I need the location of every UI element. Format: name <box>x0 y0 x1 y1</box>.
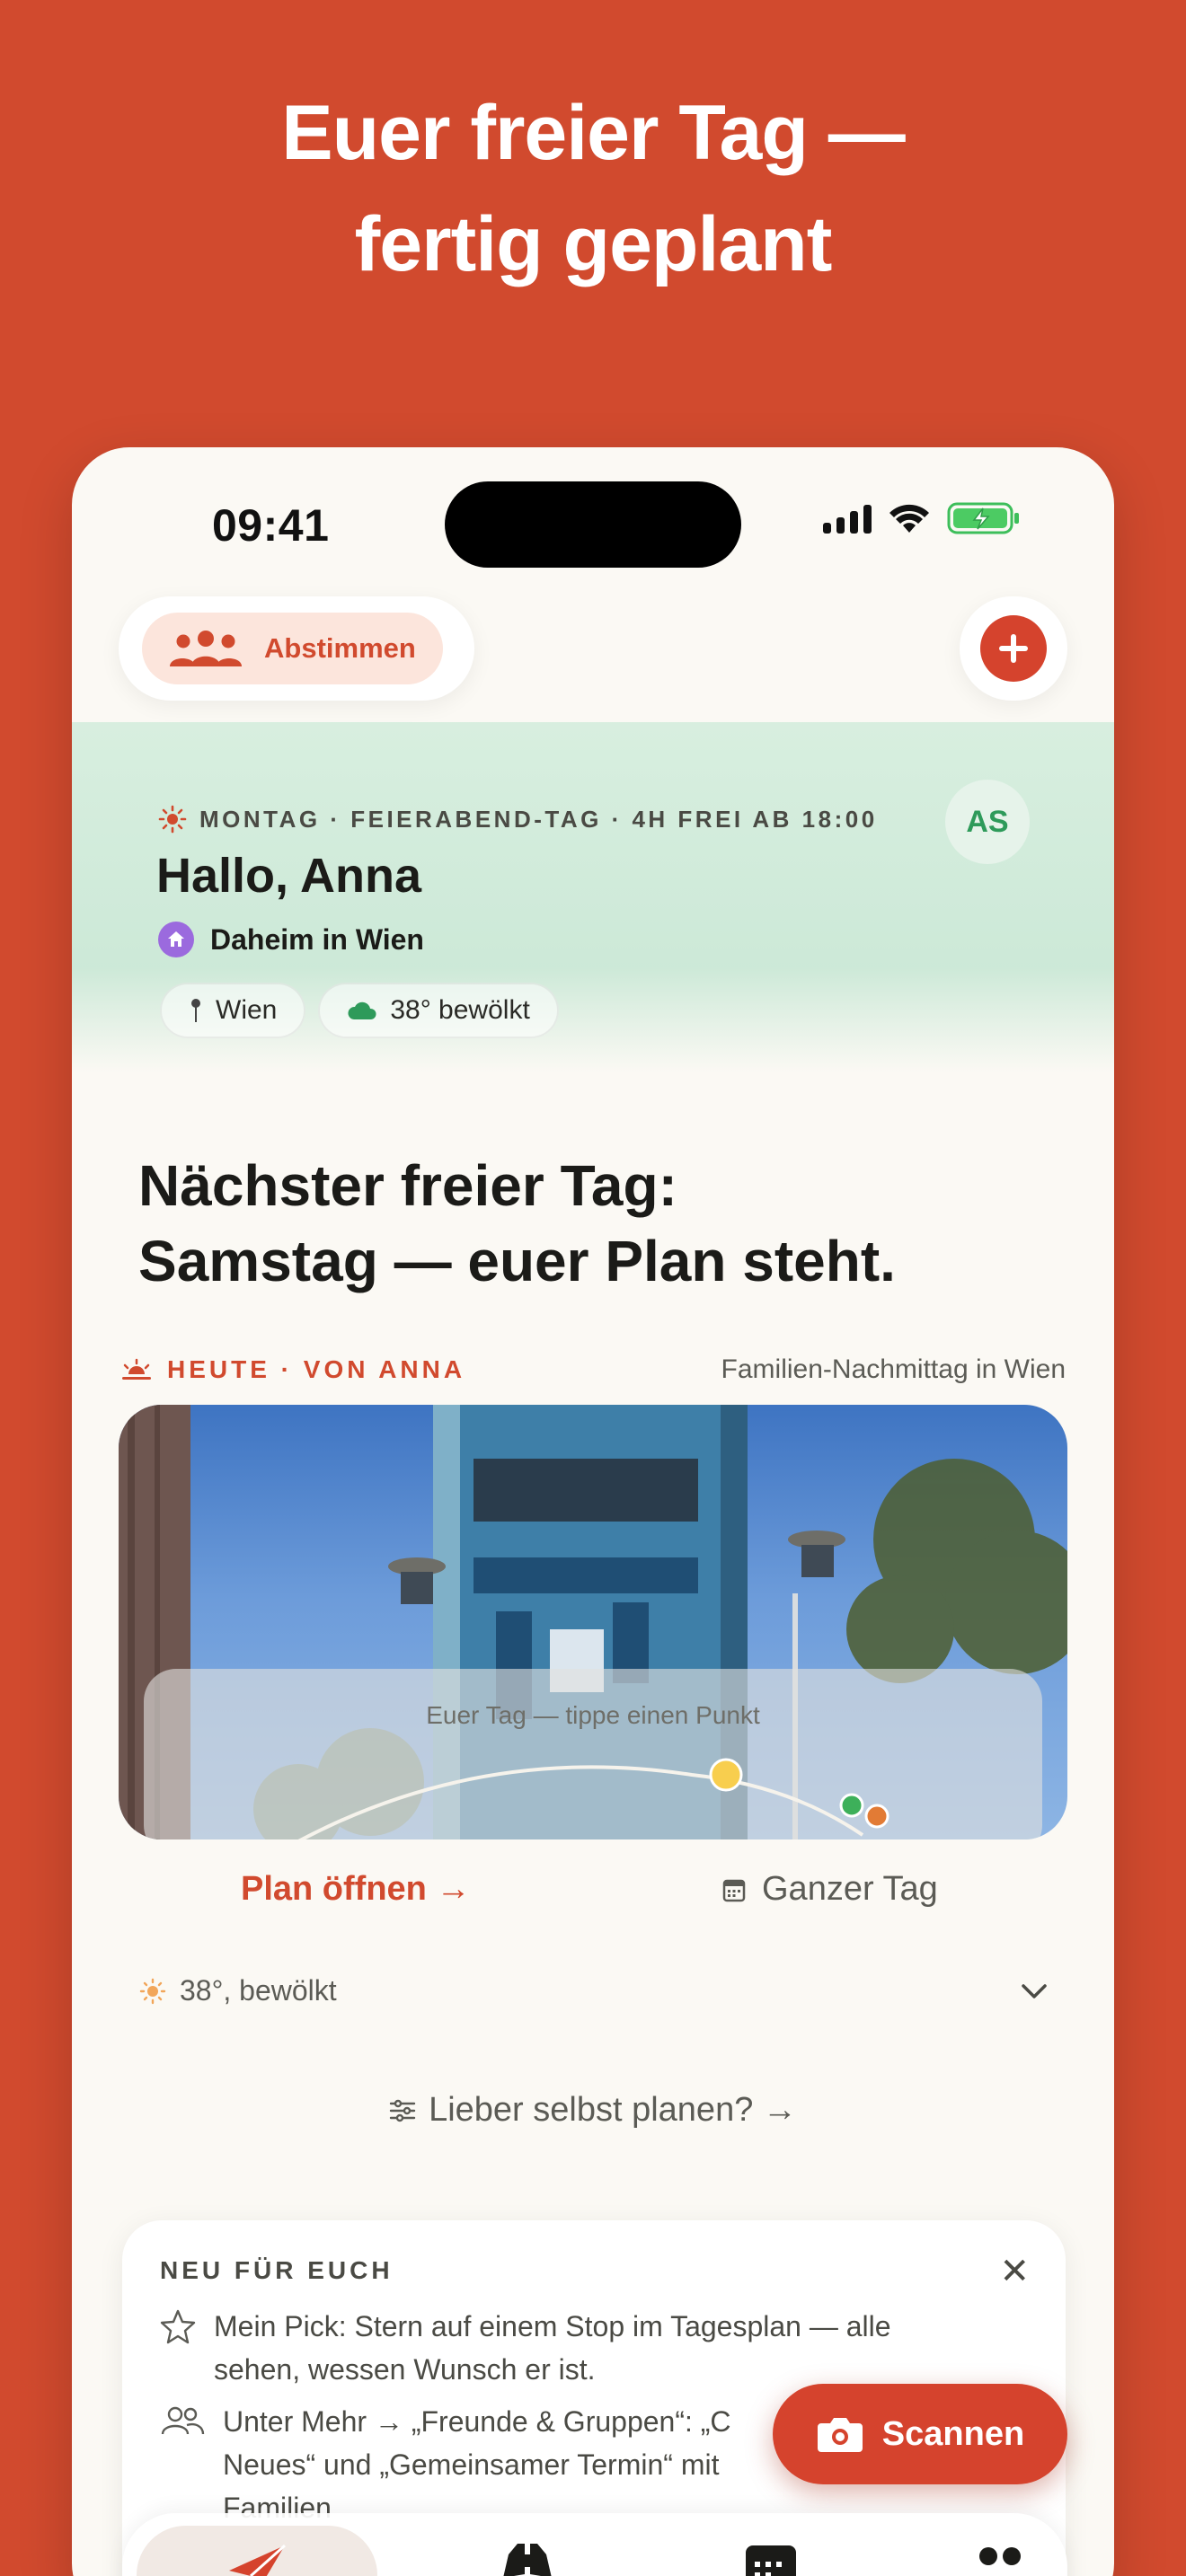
self-plan-label: Lieber selbst planen? → <box>429 2091 797 2129</box>
route-stop-1 <box>709 1758 743 1792</box>
weather-chip[interactable]: 38° bewölkt <box>318 983 559 1038</box>
greeting-meta-text: MONTAG · FEIERABEND-TAG · 4H FREI AB 18:… <box>199 805 878 833</box>
home-icon <box>158 922 194 957</box>
wifi-icon <box>890 504 929 533</box>
tab-plan[interactable] <box>137 2526 377 2576</box>
tab-more[interactable] <box>969 2538 1031 2576</box>
news-item-2-line-1: Unter Mehr → „Freunde & Gruppen“: „C <box>223 2405 731 2438</box>
paper-plane-icon <box>229 2544 287 2576</box>
plan-photo[interactable]: Euer Tag — tippe einen Punkt <box>119 1405 1067 1839</box>
camera-icon <box>817 2418 863 2452</box>
greeting-chips: Wien 38° bewölkt <box>160 983 559 1038</box>
whole-day-label: Ganzer Tag <box>762 1870 938 1908</box>
route-stop-2 <box>839 1793 864 1818</box>
home-label: Daheim in Wien <box>210 922 424 956</box>
promo-headline: Euer freier Tag — fertig geplant <box>0 77 1186 300</box>
next-free-day-title: Nächster freier Tag: Samstag — euer Plan… <box>138 1148 896 1299</box>
greeting-title: Hallo, Anna <box>156 849 422 903</box>
sunrise-icon <box>122 1358 151 1380</box>
sliders-icon <box>389 2099 416 2122</box>
star-outline-icon <box>160 2309 196 2344</box>
route-path <box>297 1758 890 1839</box>
plan-actions: Plan öffnen → Ganzer Tag <box>72 1870 1114 1924</box>
cloud-icon <box>348 1001 376 1019</box>
sun-small-icon <box>139 1978 166 2004</box>
greeting-meta: MONTAG · FEIERABEND-TAG · 4H FREI AB 18:… <box>158 805 878 834</box>
close-icon[interactable]: ✕ <box>999 2251 1030 2292</box>
tab-calendar[interactable] <box>742 2538 800 2576</box>
route-overlay[interactable]: Euer Tag — tippe einen Punkt <box>144 1669 1042 1839</box>
greeting-card: MONTAG · FEIERABEND-TAG · 4H FREI AB 18:… <box>72 722 1114 1072</box>
news-item: Mein Pick: Stern auf einem Stop im Tages… <box>160 2305 951 2391</box>
news-item-1-line-1: Mein Pick: Stern auf einem Stop im Tages… <box>214 2310 891 2342</box>
avatar[interactable]: AS <box>945 780 1030 864</box>
news-item-2-line-2: Neues“ und „Gemeinsamer Termin“ mit <box>223 2448 720 2481</box>
location-chip[interactable]: Wien <box>160 983 306 1038</box>
status-time: 09:41 <box>212 500 330 551</box>
vote-button[interactable]: Abstimmen <box>142 613 443 684</box>
route-stop-3 <box>864 1804 890 1829</box>
weather-text: 38°, bewölkt <box>180 1974 337 2007</box>
next-title-line-1: Nächster freier Tag: <box>138 1153 677 1218</box>
scan-button[interactable]: Scannen <box>773 2384 1067 2484</box>
today-label: HEUTE · VON ANNA <box>167 1355 466 1383</box>
plus-icon <box>999 634 1028 663</box>
weather-info: 38°, bewölkt <box>138 1974 337 2007</box>
phone-frame: 09:41 Abstimmen MONTAG · FEIERABEND-TAG … <box>72 447 1114 2576</box>
home-location[interactable]: Daheim in Wien <box>158 922 424 957</box>
group-icon <box>170 631 242 666</box>
tab-explore[interactable] <box>496 2538 559 2576</box>
people-icon <box>161 2406 205 2435</box>
add-button-container <box>960 596 1067 701</box>
news-heading: NEU FÜR EUCH <box>160 2256 394 2284</box>
calendar-icon <box>722 1879 746 1901</box>
today-plan-title: Familien-Nachmittag in Wien <box>721 1354 1066 1384</box>
pin-icon <box>191 999 200 1022</box>
add-button[interactable] <box>980 615 1047 682</box>
more-icon <box>979 2547 1021 2565</box>
battery-icon <box>947 502 1019 534</box>
today-header: HEUTE · VON ANNA Familien-Nachmittag in … <box>120 1354 1066 1385</box>
headline-line-2: fertig geplant <box>354 201 833 287</box>
today-label-group: HEUTE · VON ANNA <box>120 1355 465 1384</box>
sun-icon <box>158 805 187 834</box>
binoculars-icon <box>503 2544 552 2576</box>
dynamic-island <box>445 481 741 568</box>
weather-row[interactable]: 38°, bewölkt <box>138 1974 1048 2007</box>
chevron-down-icon[interactable] <box>1021 1982 1048 2000</box>
news-item-1-line-2: sehen, wessen Wunsch er ist. <box>214 2353 596 2386</box>
vote-label: Abstimmen <box>264 632 416 664</box>
vote-pill-container: Abstimmen <box>119 596 474 701</box>
tab-bar <box>122 2513 1067 2576</box>
weather-chip-label: 38° bewölkt <box>390 995 530 1025</box>
next-title-line-2: Samstag — euer Plan steht. <box>138 1229 896 1293</box>
calendar-tab-icon <box>746 2545 796 2576</box>
whole-day-button[interactable]: Ganzer Tag <box>722 1870 938 1909</box>
plan-open-link[interactable]: Plan öffnen → <box>241 1870 470 1909</box>
location-chip-label: Wien <box>216 995 278 1025</box>
self-plan-link[interactable]: Lieber selbst planen? → <box>72 2091 1114 2130</box>
signal-icon <box>823 503 872 534</box>
status-icons <box>823 501 1021 535</box>
scan-label: Scannen <box>881 2414 1025 2453</box>
headline-line-1: Euer freier Tag — <box>281 90 906 176</box>
